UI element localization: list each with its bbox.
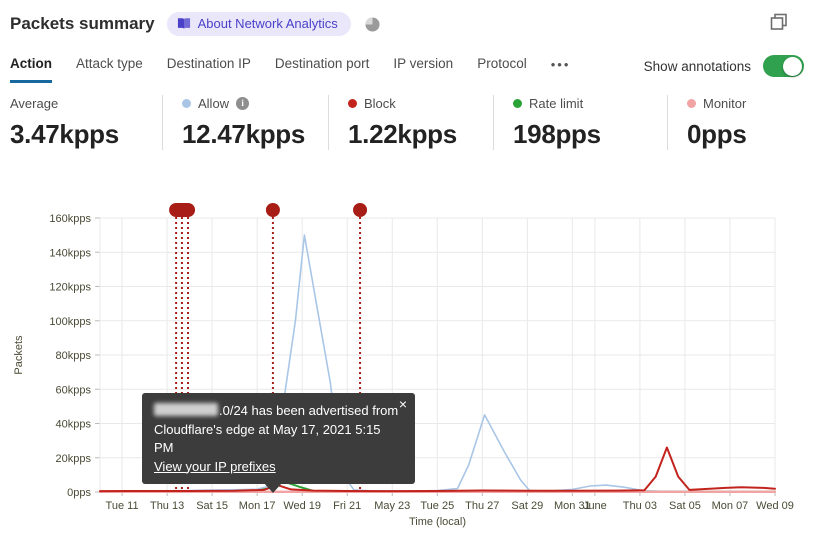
- x-tick-label: Mon 17: [239, 500, 276, 512]
- x-tick-label: Thu 27: [465, 500, 499, 512]
- x-tick-label: June: [583, 500, 607, 512]
- x-tick-label: May 23: [374, 500, 410, 512]
- stat-label: Rate limit: [529, 95, 584, 111]
- x-tick-label: Sat 15: [196, 500, 228, 512]
- close-icon[interactable]: ×: [399, 397, 407, 411]
- stat-value: 3.47kpps: [10, 119, 119, 149]
- pie-chart-icon[interactable]: [365, 16, 380, 32]
- tooltip-caret: [264, 483, 282, 493]
- show-annotations-control: Show annotations: [644, 55, 804, 77]
- y-tick-label: 20kpps: [56, 453, 92, 465]
- tooltip-line1: .0/24 has been advertised from: [154, 402, 403, 421]
- monitor-legend-dot: [687, 98, 696, 108]
- show-annotations-label: Show annotations: [643, 58, 751, 74]
- y-tick-label: 140kpps: [49, 247, 91, 259]
- tab-ip-version[interactable]: IP version: [393, 56, 453, 83]
- y-tick-label: 60kpps: [56, 384, 92, 396]
- y-tick-label: 120kpps: [49, 282, 91, 294]
- x-axis-title: Time (local): [409, 516, 466, 528]
- annotation-tooltip: × .0/24 has been advertised from Cloudfl…: [142, 393, 415, 493]
- stat-label: Block: [364, 95, 396, 111]
- redacted-ip-prefix: [154, 403, 218, 416]
- page-title: Packets summary: [10, 14, 155, 33]
- book-icon: [177, 17, 191, 30]
- stat-rate-limit: Rate limit 198pps: [493, 95, 667, 150]
- allow-legend-dot: [182, 98, 191, 108]
- stat-average: Average 3.47kpps: [10, 95, 162, 150]
- tooltip-line2: Cloudflare's edge at May 17, 2021 5:15 P…: [154, 421, 381, 456]
- annotation-marker-group[interactable]: [169, 203, 196, 217]
- stat-value: 0pps: [687, 119, 747, 149]
- stat-value: 1.22kpps: [348, 119, 457, 149]
- show-annotations-toggle[interactable]: [763, 55, 804, 77]
- x-tick-label: Wed 19: [283, 500, 321, 512]
- stat-value: 12.47kpps: [182, 119, 306, 149]
- toggle-knob: [783, 56, 802, 76]
- y-tick-label: 160kpps: [49, 213, 91, 225]
- view-ip-prefixes-link[interactable]: View your IP prefixes: [154, 459, 276, 474]
- tab-attack-type[interactable]: Attack type: [76, 56, 143, 83]
- stat-block: Block 1.22kpps: [328, 95, 493, 150]
- tab-destination-port[interactable]: Destination port: [275, 56, 370, 83]
- y-tick-label: 100kpps: [49, 316, 91, 328]
- x-tick-label: Mon 07: [712, 500, 749, 512]
- x-tick-label: Tue 11: [106, 500, 139, 512]
- header: Packets summary About Network Analytics: [10, 12, 380, 36]
- block-legend-dot: [348, 98, 357, 108]
- stat-monitor: Monitor 0pps: [667, 95, 807, 150]
- x-tick-label: Thu 13: [150, 500, 184, 512]
- duplicate-window-icon[interactable]: [770, 13, 788, 31]
- stat-allow: Allow i 12.47kpps: [162, 95, 328, 150]
- x-tick-label: Tue 25: [420, 500, 454, 512]
- annotation-marker[interactable]: [265, 203, 280, 217]
- badge-label: About Network Analytics: [197, 16, 338, 31]
- dimension-tabs: Action Attack type Destination IP Destin…: [10, 56, 570, 83]
- stat-label: Monitor: [703, 95, 747, 111]
- x-tick-label: Wed 09: [756, 500, 794, 512]
- rate-limit-legend-dot: [513, 98, 522, 108]
- packets-time-series-chart[interactable]: 0pps 20kpps 40kpps 60kpps 80kpps 100kpps 120kp…: [0, 193, 816, 545]
- x-tick-label: Thu 03: [623, 500, 657, 512]
- annotation-marker[interactable]: [353, 203, 368, 217]
- stat-label: Allow: [198, 95, 230, 111]
- stat-label: Average: [10, 95, 59, 111]
- x-tick-label: Sat 05: [669, 500, 701, 512]
- y-tick-label: 0pps: [67, 487, 91, 499]
- more-tabs-button[interactable]: •••: [551, 56, 571, 72]
- y-tick-label: 40kpps: [56, 419, 92, 431]
- tab-destination-ip[interactable]: Destination IP: [167, 56, 251, 83]
- x-tick-label: Sat 29: [511, 500, 543, 512]
- stat-value: 198pps: [513, 119, 601, 149]
- info-icon[interactable]: i: [236, 96, 250, 110]
- x-tick-label: Fri 21: [333, 500, 361, 512]
- tab-protocol[interactable]: Protocol: [477, 56, 527, 83]
- about-network-analytics-badge[interactable]: About Network Analytics: [166, 12, 351, 36]
- stats-row: Average 3.47kpps Allow i 12.47kpps Block…: [10, 95, 807, 150]
- tab-action[interactable]: Action: [10, 56, 52, 83]
- y-axis-title: Packets: [13, 335, 25, 375]
- network-analytics-panel: Packets summary About Network Analytics: [0, 0, 816, 545]
- y-tick-label: 80kpps: [56, 350, 92, 362]
